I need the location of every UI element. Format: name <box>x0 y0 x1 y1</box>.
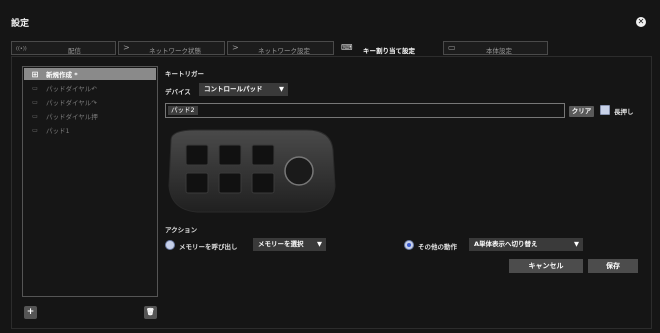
list-item[interactable]: ▭ パッドダイヤル↷ <box>24 96 156 108</box>
recall-memory-radio[interactable] <box>165 240 175 250</box>
list-item-label: パッドダイヤル↶ <box>46 85 97 93</box>
list-item-label: パッド1 <box>46 127 70 135</box>
long-press-checkbox[interactable] <box>600 105 610 115</box>
key-chip: パッド2 <box>168 106 198 115</box>
device-label: デバイス <box>165 88 191 96</box>
key-input-field[interactable]: パッド2 <box>165 103 565 118</box>
save-button[interactable]: 保存 <box>588 259 638 273</box>
close-icon: ✕ <box>637 17 645 26</box>
pad-icon: ▭ <box>32 84 38 92</box>
tab-label: ネットワーク状態 <box>149 47 201 55</box>
list-item-new[interactable]: ⊞ 新規作成 * <box>24 68 156 80</box>
other-action-radio[interactable] <box>404 240 414 250</box>
tab-network-settings[interactable]: > ネットワーク設定 <box>227 41 334 55</box>
chevron-right-icon: > <box>123 43 130 52</box>
broadcast-icon: ((•)) <box>16 46 27 52</box>
pad-icon: ▭ <box>32 98 38 106</box>
device-dropdown[interactable]: コントロールパッド ▼ <box>199 83 288 96</box>
device-dropdown-value: コントロールパッド <box>204 85 263 93</box>
list-item[interactable]: ▭ パッドダイヤル押 <box>24 110 156 122</box>
tab-network-status[interactable]: > ネットワーク状態 <box>118 41 225 55</box>
plus-icon: + <box>26 307 35 317</box>
action-heading: アクション <box>165 226 198 234</box>
new-item-icon: ⊞ <box>31 69 39 79</box>
tab-label: ネットワーク設定 <box>258 47 310 55</box>
close-button[interactable]: ✕ <box>636 17 646 27</box>
memory-dropdown-value: メモリーを選択 <box>258 240 304 248</box>
other-action-dropdown-value: A単体表示へ切り替え <box>474 240 538 248</box>
add-button[interactable]: + <box>24 306 37 319</box>
pad-icon: ▭ <box>32 126 38 134</box>
key-trigger-heading: キートリガー <box>165 70 204 78</box>
tab-device-settings[interactable]: ▭ 本体設定 <box>443 41 548 55</box>
cancel-button[interactable]: キャンセル <box>509 259 583 273</box>
tab-label: 配信 <box>68 47 81 55</box>
list-item-label: 新規作成 * <box>46 71 78 79</box>
list-item[interactable]: ▭ パッドダイヤル↶ <box>24 82 156 94</box>
recall-memory-label: メモリーを呼び出し <box>179 243 238 251</box>
other-action-label: その他の動作 <box>418 243 457 251</box>
tab-key-assignment[interactable]: ⌨ キー割り当て設定 <box>336 41 441 55</box>
device-icon: ▭ <box>448 43 456 52</box>
long-press-label: 長押し <box>614 108 634 116</box>
list-item-label: パッドダイヤル押 <box>46 113 98 121</box>
tab-label: 本体設定 <box>486 47 512 55</box>
memory-dropdown[interactable]: メモリーを選択 ▼ <box>253 238 326 251</box>
tab-label: キー割り当て設定 <box>363 47 415 55</box>
chevron-right-icon: > <box>232 43 239 52</box>
clear-button[interactable]: クリア <box>569 106 594 117</box>
keyboard-icon: ⌨ <box>341 43 353 52</box>
control-pad-image <box>168 129 336 213</box>
tab-bar: ((•)) 配信 > ネットワーク状態 > ネットワーク設定 ⌨ キー割り当て設… <box>11 39 652 55</box>
tab-broadcast[interactable]: ((•)) 配信 <box>11 41 116 55</box>
chevron-down-icon: ▼ <box>279 85 284 93</box>
other-action-dropdown[interactable]: A単体表示へ切り替え ▼ <box>469 238 583 251</box>
chevron-down-icon: ▼ <box>574 240 579 248</box>
pad-icon: ▭ <box>32 112 38 120</box>
assignment-list: ⊞ 新規作成 * ▭ パッドダイヤル↶ ▭ パッドダイヤル↷ ▭ パッドダイヤル… <box>22 66 158 297</box>
chevron-down-icon: ▼ <box>317 240 322 248</box>
delete-button[interactable]: 🗑 <box>144 306 157 319</box>
trash-icon: 🗑 <box>146 308 155 316</box>
window-title: 設定 <box>11 19 30 29</box>
list-item-label: パッドダイヤル↷ <box>46 99 97 107</box>
list-item[interactable]: ▭ パッド1 <box>24 124 156 136</box>
